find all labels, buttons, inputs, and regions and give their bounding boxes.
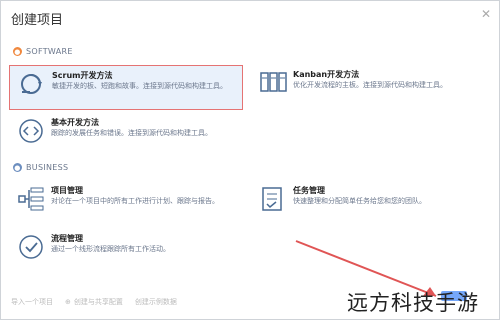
process-management-desc: 通过一个线形流程跟踪所有工作活动。 [51, 245, 170, 253]
project-type-scrum[interactable]: Scrum开发方法 敏捷开发的板、短跑和故事。连接到源代码和构建工具。 [9, 65, 243, 110]
sample-data-link[interactable]: 创建示例数据 [135, 297, 177, 307]
business-section-icon: ● [13, 163, 22, 172]
dialog-title: 创建项目 [11, 13, 64, 28]
project-management-title: 项目管理 [51, 186, 83, 195]
project-type-task-management[interactable]: 任务管理 快速整理和分配简单任务给您和您的团队。 [251, 181, 485, 226]
kanban-title: Kanban开发方法 [293, 70, 360, 79]
close-icon[interactable]: ✕ [481, 7, 491, 21]
project-type-kanban[interactable]: Kanban开发方法 优化开发流程的主板。连接到源代码和构建工具。 [251, 65, 485, 110]
section-business-label: BUSINESS [26, 163, 69, 172]
scrum-title: Scrum开发方法 [52, 71, 113, 80]
create-project-dialog: 创建项目 ✕ ● SOFTWARE Scrum开发方法 敏捷开发的板、短跑和故事… [0, 0, 500, 320]
import-project-link[interactable]: 导入一个项目 [11, 297, 53, 307]
task-list-icon [262, 187, 282, 211]
shared-config-link[interactable]: ⊕ 创建与共享配置 [65, 297, 123, 307]
project-management-desc: 对论在一个项目中的所有工作进行计划、跟踪与报告。 [51, 197, 219, 205]
basic-title: 基本开发方法 [51, 118, 99, 127]
task-management-desc: 快速整理和分配简单任务给您和您的团队。 [293, 197, 426, 205]
scrum-desc: 敏捷开发的板、短跑和故事。连接到源代码和构建工具。 [52, 82, 227, 90]
kanban-desc: 优化开发流程的主板。连接到源代码和构建工具。 [293, 81, 447, 89]
plus-circle-icon: ⊕ [65, 298, 71, 306]
project-type-process-management[interactable]: 流程管理 通过一个线形流程跟踪所有工作活动。 [9, 229, 243, 274]
check-circle-icon [19, 235, 43, 259]
section-software: ● SOFTWARE [13, 47, 73, 56]
basic-desc: 跟踪的发展任务和错误。连接到源代码和构建工具。 [51, 129, 212, 137]
project-type-project-management[interactable]: 项目管理 对论在一个项目中的所有工作进行计划、跟踪与报告。 [9, 181, 243, 226]
project-type-basic[interactable]: 基本开发方法 跟踪的发展任务和错误。连接到源代码和构建工具。 [9, 113, 243, 158]
shared-config-label: 创建与共享配置 [73, 298, 123, 306]
code-icon [19, 119, 43, 143]
software-section-icon: ● [13, 47, 22, 56]
watermark-logo: 远方科技手游 [347, 291, 479, 315]
section-software-label: SOFTWARE [26, 47, 73, 56]
dialog-footer: 导入一个项目 ⊕ 创建与共享配置 创建示例数据 [11, 297, 177, 307]
tree-icon [18, 187, 44, 211]
section-business: ● BUSINESS [13, 163, 68, 172]
kanban-board-icon [260, 72, 287, 92]
task-management-title: 任务管理 [293, 186, 325, 195]
scrum-cycle-icon [21, 74, 42, 94]
process-management-title: 流程管理 [51, 234, 83, 243]
